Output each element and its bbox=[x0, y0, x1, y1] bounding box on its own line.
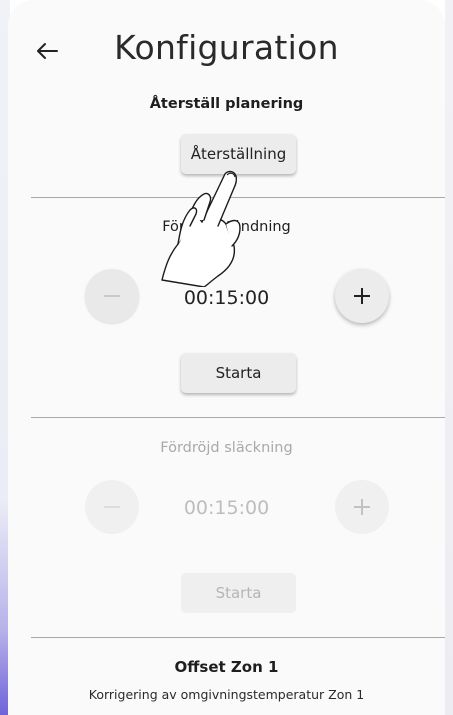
delayed-off-start-button[interactable]: Starta bbox=[181, 573, 296, 613]
plus-icon bbox=[354, 499, 370, 515]
page-title: Konfiguration bbox=[114, 28, 339, 67]
offset-zone-title: Offset Zon 1 bbox=[174, 658, 279, 676]
configuration-sheet: Konfiguration Återställ planering Återst… bbox=[8, 0, 445, 715]
app-window: Konfiguration Återställ planering Återst… bbox=[0, 0, 453, 715]
divider bbox=[31, 417, 445, 418]
divider bbox=[31, 197, 445, 198]
plus-icon bbox=[354, 288, 370, 304]
delayed-on-increase-button[interactable] bbox=[335, 269, 389, 323]
reset-section-label: Återställ planering bbox=[149, 96, 304, 112]
side-accent-right bbox=[445, 0, 453, 715]
divider bbox=[31, 637, 445, 638]
offset-zone-subtitle: Korrigering av omgivningstemperatur Zon … bbox=[88, 687, 365, 702]
reset-button[interactable]: Återställning bbox=[181, 134, 296, 174]
delayed-on-label: Fördröjd tändning bbox=[162, 219, 291, 235]
delayed-off-increase-button[interactable] bbox=[335, 480, 389, 534]
delayed-on-start-button[interactable]: Starta bbox=[181, 353, 296, 393]
delayed-off-label: Fördröjd släckning bbox=[160, 440, 293, 456]
header: Konfiguration bbox=[8, 22, 445, 82]
